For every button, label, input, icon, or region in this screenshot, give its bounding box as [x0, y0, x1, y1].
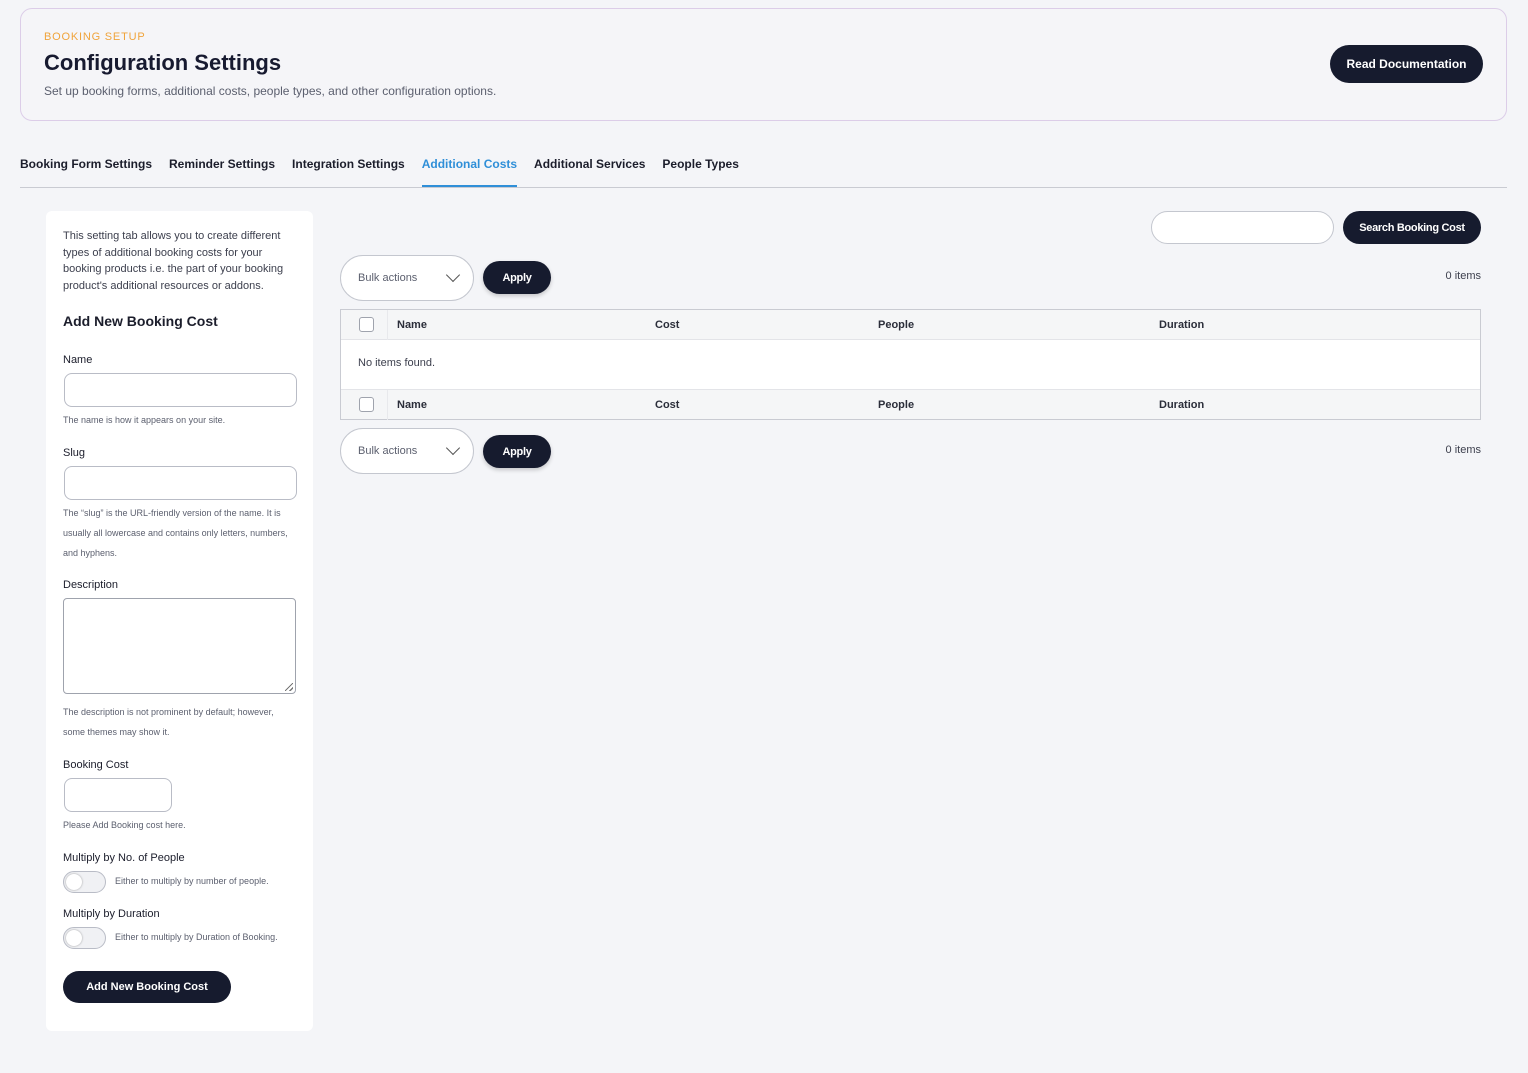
booking-cost-help: Please Add Booking cost here.	[63, 820, 186, 830]
bulk-actions-value: Bulk actions	[358, 445, 418, 457]
column-duration[interactable]: Duration	[1159, 399, 1204, 411]
add-new-booking-cost-button[interactable]: Add New Booking Cost	[63, 971, 231, 1003]
empty-message: No items found.	[358, 357, 436, 369]
description-label: Description	[63, 579, 119, 591]
multiply-duration-toggle[interactable]	[63, 927, 106, 949]
tab-booking-form-settings[interactable]: Booking Form Settings	[20, 150, 152, 187]
booking-costs-table: Name Cost People Duration No items found…	[340, 309, 1481, 420]
column-name[interactable]: Name	[397, 399, 427, 411]
chevron-down-icon	[445, 440, 461, 456]
search-booking-cost-button[interactable]: Search Booking Cost	[1343, 211, 1481, 244]
multiply-duration-help: Either to multiply by Duration of Bookin…	[115, 932, 278, 942]
description-help: The description is not prominent by defa…	[63, 707, 274, 737]
column-cost[interactable]: Cost	[655, 319, 679, 331]
column-divider	[387, 390, 388, 420]
apply-button-bottom[interactable]: Apply	[483, 435, 551, 468]
select-all-checkbox-footer[interactable]	[359, 397, 374, 412]
name-label: Name	[63, 354, 93, 366]
page-eyebrow: BOOKING SETUP	[44, 31, 146, 43]
settings-tabs: Booking Form Settings Reminder Settings …	[20, 150, 1507, 188]
toggle-knob	[66, 874, 82, 890]
tab-people-types[interactable]: People Types	[662, 150, 738, 187]
multiply-duration-label: Multiply by Duration	[63, 908, 160, 920]
add-booking-cost-panel: This setting tab allows you to create di…	[46, 211, 313, 1031]
column-divider	[387, 310, 388, 340]
name-input[interactable]	[64, 373, 297, 407]
bulk-actions-select-bottom[interactable]: Bulk actions	[340, 428, 474, 474]
select-all-checkbox[interactable]	[359, 317, 374, 332]
booking-cost-label: Booking Cost	[63, 759, 129, 771]
bulk-actions-select-top[interactable]: Bulk actions	[340, 255, 474, 301]
page-header: BOOKING SETUP Configuration Settings Set…	[20, 8, 1507, 121]
form-heading: Add New Booking Cost	[63, 313, 218, 329]
tab-reminder-settings[interactable]: Reminder Settings	[169, 150, 275, 187]
column-people[interactable]: People	[878, 399, 914, 411]
slug-help: The “slug” is the URL-friendly version o…	[63, 508, 288, 558]
page-title: Configuration Settings	[44, 50, 282, 75]
multiply-people-label: Multiply by No. of People	[63, 852, 185, 864]
column-cost[interactable]: Cost	[655, 399, 679, 411]
items-count-top: 0 items	[1445, 270, 1481, 282]
bulk-actions-value: Bulk actions	[358, 272, 418, 284]
tab-additional-services[interactable]: Additional Services	[534, 150, 645, 187]
description-textarea[interactable]	[63, 598, 296, 694]
tab-integration-settings[interactable]: Integration Settings	[292, 150, 405, 187]
name-help: The name is how it appears on your site.	[63, 415, 226, 425]
multiply-people-help: Either to multiply by number of people.	[115, 876, 269, 886]
slug-label: Slug	[63, 447, 86, 459]
table-header: Name Cost People Duration	[341, 310, 1480, 340]
column-duration[interactable]: Duration	[1159, 319, 1204, 331]
items-count-bottom: 0 items	[1445, 444, 1481, 456]
resize-grip-icon[interactable]	[285, 683, 293, 691]
search-input[interactable]	[1151, 211, 1334, 244]
table-footer: Name Cost People Duration	[341, 389, 1480, 420]
panel-intro-text: This setting tab allows you to create di…	[63, 230, 284, 292]
page-subtitle: Set up booking forms, additional costs, …	[44, 84, 497, 98]
multiply-people-toggle[interactable]	[63, 871, 106, 893]
booking-cost-input[interactable]	[64, 778, 172, 812]
tab-additional-costs[interactable]: Additional Costs	[421, 150, 518, 187]
slug-input[interactable]	[64, 466, 297, 500]
column-name[interactable]: Name	[397, 319, 427, 331]
toggle-knob	[66, 930, 82, 946]
column-people[interactable]: People	[878, 319, 914, 331]
apply-button-top[interactable]: Apply	[483, 261, 551, 294]
chevron-down-icon	[445, 267, 461, 283]
read-documentation-button[interactable]: Read Documentation	[1330, 45, 1483, 83]
